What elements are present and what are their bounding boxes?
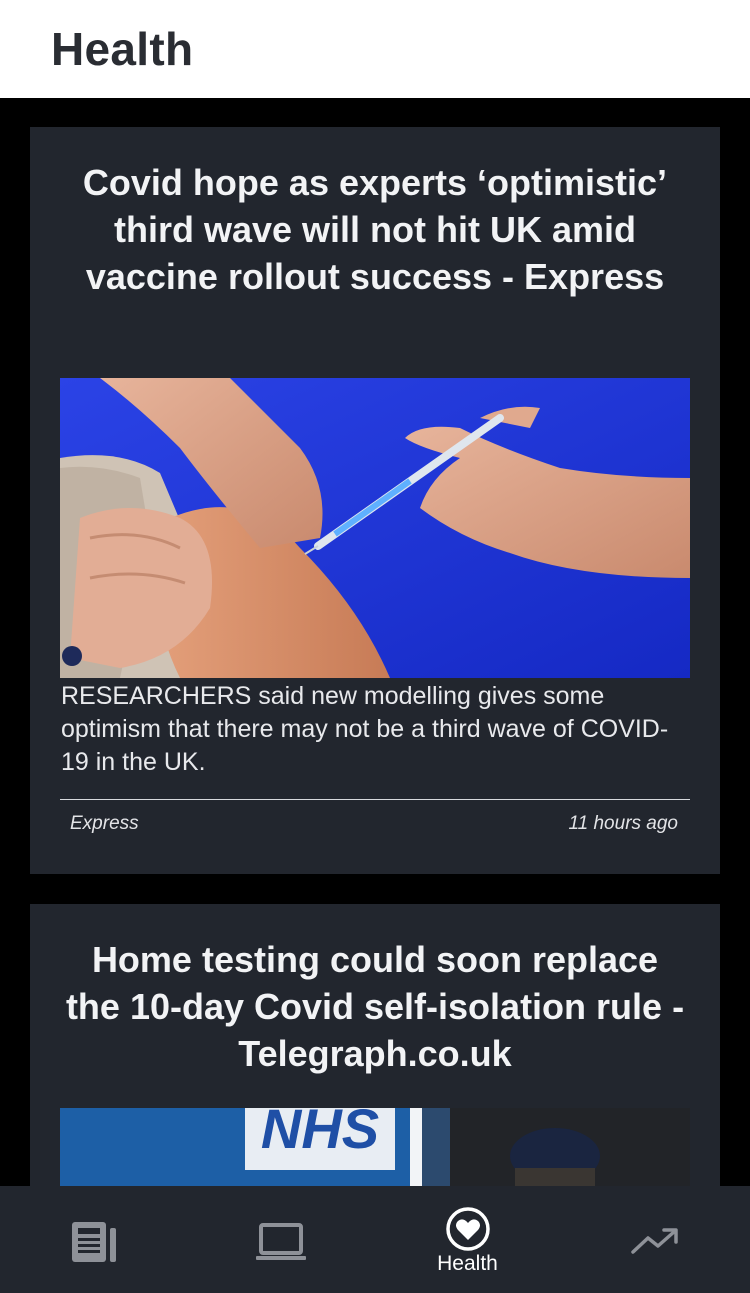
bottom-tab-bar: Health <box>0 1186 750 1293</box>
article-timestamp: 11 hours ago <box>568 813 678 834</box>
page-title: Health <box>51 23 194 75</box>
newspaper-icon <box>71 1222 116 1262</box>
article-card[interactable]: Home testing could soon replace the 10-d… <box>30 904 720 1186</box>
article-image[interactable]: NHS <box>60 1108 690 1186</box>
article-image[interactable] <box>60 378 690 678</box>
vaccine-photo <box>60 378 690 678</box>
tab-news[interactable] <box>0 1186 187 1293</box>
article-card[interactable]: Covid hope as experts ‘optimistic’ third… <box>30 127 720 874</box>
article-title[interactable]: Home testing could soon replace the 10-d… <box>60 936 690 1077</box>
divider <box>60 799 690 800</box>
article-title[interactable]: Covid hope as experts ‘optimistic’ third… <box>60 159 690 300</box>
laptop-icon <box>255 1223 306 1260</box>
app-header: Health <box>0 0 750 98</box>
tab-health[interactable]: Health <box>374 1186 561 1293</box>
tab-tech[interactable] <box>187 1186 374 1293</box>
article-source: Express <box>70 813 139 834</box>
heart-icon <box>445 1207 490 1251</box>
trending-icon <box>630 1228 678 1254</box>
svg-text:NHS: NHS <box>261 1108 379 1160</box>
article-summary: RESEARCHERS said new modelling gives som… <box>61 682 669 776</box>
tab-label: Health <box>437 1252 498 1275</box>
article-feed[interactable]: Covid hope as experts ‘optimistic’ third… <box>0 98 750 1186</box>
nhs-photo: NHS <box>60 1108 690 1186</box>
tab-trending[interactable] <box>561 1186 748 1293</box>
